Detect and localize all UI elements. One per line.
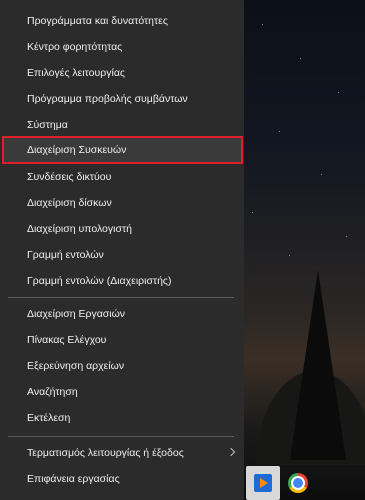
menu-item-run[interactable]: Εκτέλεση xyxy=(0,405,244,431)
menu-item-task-manager[interactable]: Διαχείριση Εργασιών xyxy=(0,301,244,327)
menu-item-desktop[interactable]: Επιφάνεια εργασίας xyxy=(0,466,244,492)
menu-item-label: Κέντρο φορητότητας xyxy=(27,41,123,53)
menu-item-label: Γραμμή εντολών (Διαχειριστής) xyxy=(27,275,172,287)
menu-item-control-panel[interactable]: Πίνακας Ελέγχου xyxy=(0,327,244,353)
menu-item-label: Αναζήτηση xyxy=(27,386,78,398)
menu-item-label: Πρόγραμμα προβολής συμβάντων xyxy=(27,93,188,105)
star xyxy=(289,255,290,256)
star xyxy=(262,24,263,25)
menu-item-label: Προγράμματα και δυνατότητες xyxy=(27,15,168,27)
menu-item-power-options[interactable]: Επιλογές λειτουργίας xyxy=(0,60,244,86)
menu-item-label: Επιλογές λειτουργίας xyxy=(27,67,125,79)
taskbar-chrome-button[interactable] xyxy=(281,466,315,500)
menu-item-label: Τερματισμός λειτουργίας ή έξοδος xyxy=(27,447,184,459)
menu-item-command-prompt-admin[interactable]: Γραμμή εντολών (Διαχειριστής) xyxy=(0,268,244,294)
chevron-right-icon xyxy=(226,447,236,457)
menu-item-computer-management[interactable]: Διαχείριση υπολογιστή xyxy=(0,216,244,242)
menu-item-label: Συνδέσεις δικτύου xyxy=(27,171,112,183)
menu-item-label: Διαχείριση Εργασιών xyxy=(27,308,126,320)
menu-item-label: Επιφάνεια εργασίας xyxy=(27,473,120,485)
menu-item-command-prompt[interactable]: Γραμμή εντολών xyxy=(0,242,244,268)
menu-item-label: Σύστημα xyxy=(27,119,68,131)
menu-item-file-explorer[interactable]: Εξερεύνηση αρχείων xyxy=(0,353,244,379)
menu-item-search[interactable]: Αναζήτηση xyxy=(0,379,244,405)
menu-separator xyxy=(8,297,234,298)
menu-item-device-manager[interactable]: Διαχείριση Συσκευών xyxy=(2,136,243,164)
menu-item-label: Πίνακας Ελέγχου xyxy=(27,334,107,346)
media-player-icon xyxy=(254,474,272,492)
star xyxy=(252,212,253,213)
menu-separator xyxy=(8,436,234,437)
tree-silhouette xyxy=(290,270,346,460)
menu-item-label: Διαχείριση Συσκευών xyxy=(27,144,127,156)
menu-item-programs-and-features[interactable]: Προγράμματα και δυνατότητες xyxy=(0,8,244,34)
star xyxy=(346,236,347,237)
menu-item-label: Διαχείριση υπολογιστή xyxy=(27,223,132,235)
menu-item-system[interactable]: Σύστημα xyxy=(0,112,244,138)
winx-power-user-menu: Προγράμματα και δυνατότητες Κέντρο φορητ… xyxy=(0,0,244,500)
menu-item-shutdown-or-sign-out[interactable]: Τερματισμός λειτουργίας ή έξοδος xyxy=(0,440,244,466)
menu-item-disk-management[interactable]: Διαχείριση δίσκων xyxy=(0,190,244,216)
star xyxy=(321,174,322,175)
menu-item-label: Εκτέλεση xyxy=(27,412,71,424)
menu-item-network-connections[interactable]: Συνδέσεις δικτύου xyxy=(0,164,244,190)
taskbar-media-player-button[interactable] xyxy=(246,466,280,500)
chrome-icon xyxy=(288,473,308,493)
menu-item-event-viewer[interactable]: Πρόγραμμα προβολής συμβάντων xyxy=(0,86,244,112)
menu-item-label: Γραμμή εντολών xyxy=(27,249,104,261)
star xyxy=(300,58,301,59)
star xyxy=(279,131,280,132)
menu-item-label: Εξερεύνηση αρχείων xyxy=(27,360,125,372)
menu-item-label: Διαχείριση δίσκων xyxy=(27,197,112,209)
menu-item-mobility-center[interactable]: Κέντρο φορητότητας xyxy=(0,34,244,60)
star xyxy=(338,92,339,93)
